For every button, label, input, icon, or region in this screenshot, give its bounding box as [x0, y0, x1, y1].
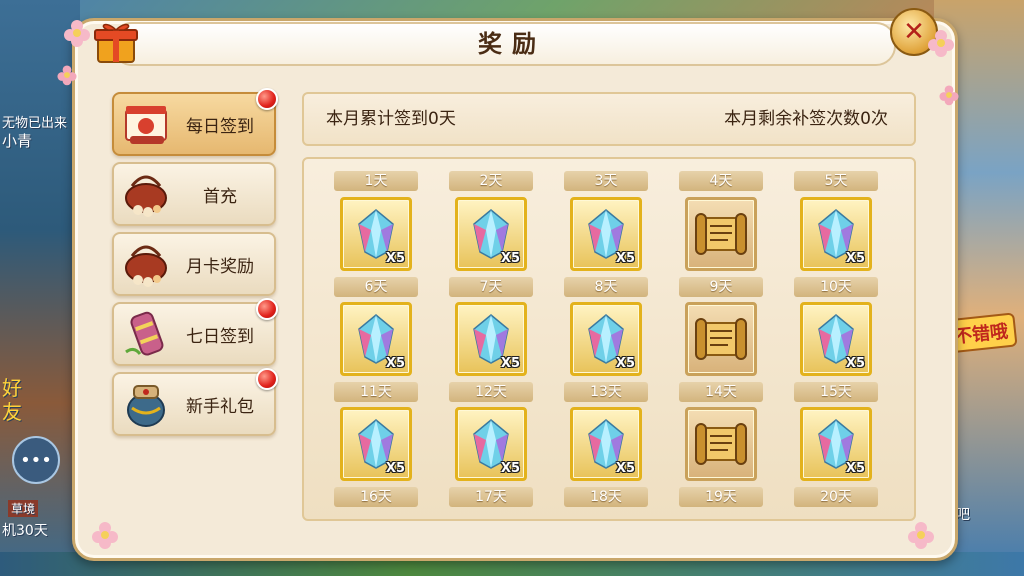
- treasure-pot-icon: [127, 385, 165, 427]
- day-label: 13天: [564, 382, 648, 402]
- bg-text-5: 草境: [8, 500, 39, 517]
- item-quantity: X5: [615, 461, 635, 476]
- reward-slot[interactable]: X5: [570, 302, 642, 376]
- day-label: 1天: [334, 171, 418, 191]
- flower-icon: [64, 20, 90, 47]
- reward-slot[interactable]: X5: [455, 407, 527, 481]
- menu-item-label: 首充: [203, 186, 237, 207]
- menu-item-newbie-gift[interactable]: 新手礼包: [112, 368, 278, 436]
- flower-icon: [939, 85, 959, 106]
- reward-slot[interactable]: X5: [455, 197, 527, 271]
- item-quantity: X5: [845, 251, 865, 266]
- day-label: 17天: [449, 487, 533, 507]
- day-label: 20天: [794, 487, 878, 507]
- day-label: 5天: [794, 171, 878, 191]
- menu-item-first-recharge[interactable]: 首充: [112, 162, 276, 226]
- close-icon: ✕: [903, 17, 925, 47]
- item-quantity: X5: [500, 356, 520, 371]
- item-quantity: X5: [385, 461, 405, 476]
- day-label: 3天: [564, 171, 648, 191]
- day-label: 2天: [449, 171, 533, 191]
- bg-text-4: 友: [2, 400, 22, 424]
- flower-icon: [57, 65, 77, 86]
- day-label: 15天: [794, 382, 878, 402]
- reward-slot[interactable]: X5: [800, 302, 872, 376]
- calendar-scroll-icon: [125, 106, 167, 144]
- reward-slot[interactable]: [685, 407, 757, 481]
- menu-item-label: 七日签到: [186, 326, 254, 347]
- notification-dot: [256, 298, 278, 320]
- reward-slot[interactable]: X5: [340, 407, 412, 481]
- reward-slot[interactable]: X5: [340, 197, 412, 271]
- day-label: 16天: [334, 487, 418, 507]
- day-label: 19天: [679, 487, 763, 507]
- bg-text-7: 吧: [956, 507, 970, 523]
- bg-text-1: 无物已出来: [2, 116, 68, 131]
- reward-slot[interactable]: X5: [800, 407, 872, 481]
- signin-info-bar: 本月累计签到0天 本月剩余补签次数0次: [302, 92, 916, 146]
- menu-item-seven-day-signin[interactable]: 七日签到: [112, 298, 278, 366]
- chat-bubble-icon[interactable]: •••: [12, 436, 60, 484]
- item-quantity: X5: [845, 356, 865, 371]
- reward-slot[interactable]: X5: [570, 407, 642, 481]
- menu-item-daily-signin[interactable]: 每日签到: [112, 88, 278, 156]
- day-label: 4天: [679, 171, 763, 191]
- flower-icon: [928, 30, 954, 57]
- item-quantity: X5: [615, 251, 635, 266]
- bg-text-6: 机30天: [2, 523, 48, 539]
- notification-dot: [256, 88, 278, 110]
- reward-slot[interactable]: X5: [570, 197, 642, 271]
- day-label: 18天: [564, 487, 648, 507]
- flower-icon: [92, 522, 118, 549]
- item-quantity: X5: [500, 251, 520, 266]
- monthly-signed-text: 本月累计签到0天: [326, 109, 456, 129]
- reward-slot[interactable]: X5: [800, 197, 872, 271]
- menu-item-label: 新手礼包: [186, 396, 254, 417]
- item-quantity: X5: [500, 461, 520, 476]
- day-label: 8天: [564, 277, 648, 297]
- day-label: 7天: [449, 277, 533, 297]
- item-quantity: X5: [845, 461, 865, 476]
- basket-icon: [125, 175, 167, 217]
- menu-item-label: 每日签到: [186, 116, 254, 137]
- page-title: 奖励: [478, 30, 546, 58]
- item-quantity: X5: [385, 251, 405, 266]
- gift-box-icon: [94, 23, 138, 63]
- day-label: 14天: [679, 382, 763, 402]
- day-label: 11天: [334, 382, 418, 402]
- reward-slot[interactable]: X5: [340, 302, 412, 376]
- reward-slot[interactable]: X5: [455, 302, 527, 376]
- day-label: 10天: [794, 277, 878, 297]
- item-quantity: X5: [615, 356, 635, 371]
- flower-icon: [908, 522, 934, 549]
- menu-item-monthly-card[interactable]: 月卡奖励: [112, 232, 276, 296]
- reward-slot[interactable]: [685, 197, 757, 271]
- item-quantity: X5: [385, 356, 405, 371]
- reward-slot[interactable]: [685, 302, 757, 376]
- day-label: 12天: [449, 382, 533, 402]
- day-label: 9天: [679, 277, 763, 297]
- day-label: 6天: [334, 277, 418, 297]
- scroll-roll-icon: [125, 311, 164, 356]
- menu-item-label: 月卡奖励: [186, 256, 254, 277]
- notification-dot: [256, 368, 278, 390]
- remaining-makeup-text: 本月剩余补签次数0次: [724, 109, 888, 129]
- bg-text-2: 小青: [2, 132, 33, 150]
- basket-icon: [125, 245, 167, 287]
- background-scene-left: [0, 0, 80, 576]
